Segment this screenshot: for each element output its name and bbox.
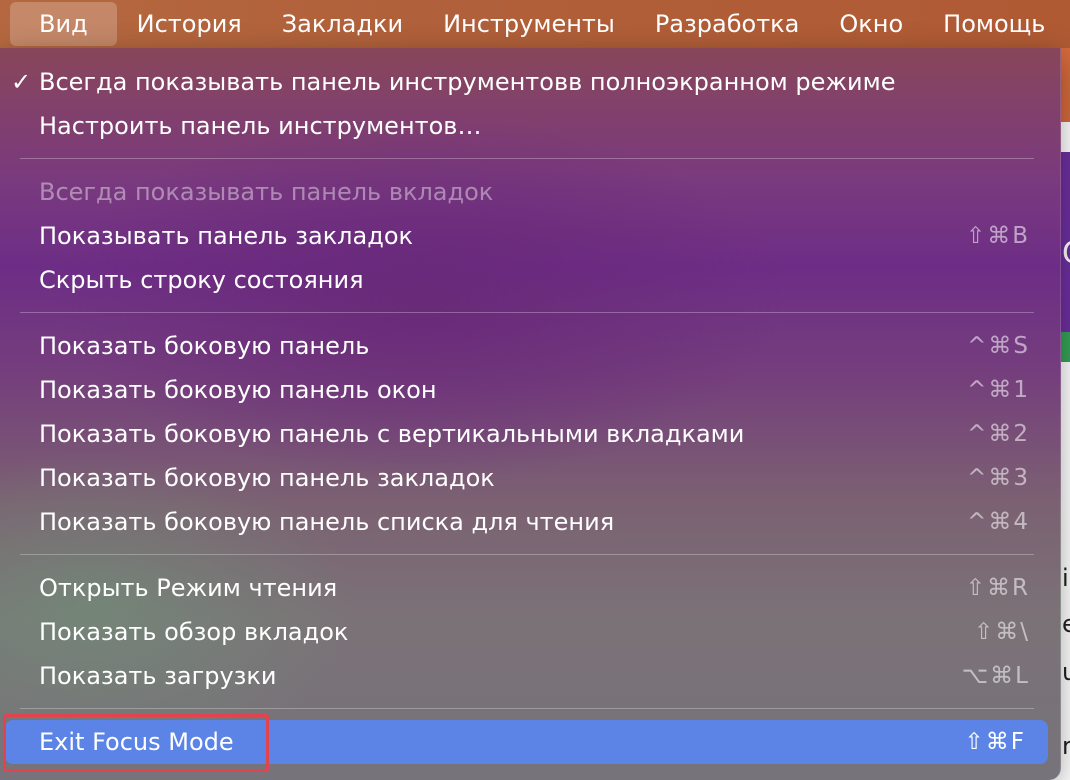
- menu-item-vertical-tabs-sidebar[interactable]: Показать боковую панель с вертикальными …: [5, 414, 1052, 454]
- highlight-annotation-box: [3, 714, 269, 772]
- menu-item-bookmarks-sidebar[interactable]: Показать боковую панель закладок ^⌘3: [5, 458, 1052, 498]
- keyboard-shortcut: ^⌘4: [967, 509, 1030, 535]
- keyboard-shortcut: ^⌘2: [967, 421, 1030, 447]
- background-text: i: [1062, 564, 1069, 592]
- checkmark-icon: ✓: [10, 68, 32, 96]
- menu-item-sidebar[interactable]: Показать боковую панель ^⌘S: [5, 326, 1052, 366]
- menu-item-tab-overview[interactable]: Показать обзор вкладок ⇧⌘\: [5, 612, 1052, 652]
- menu-item-label: Показать боковую панель с вертикальными …: [39, 420, 745, 448]
- background-text: C: [1062, 239, 1070, 269]
- menu-separator: [20, 554, 1034, 555]
- menu-item-hide-status-bar[interactable]: Скрыть строку состояния: [5, 260, 1052, 300]
- menu-item-label: Показать загрузки: [39, 662, 277, 690]
- menu-item-label: Показать боковую панель закладок: [39, 464, 495, 492]
- menubar-bookmarks[interactable]: Закладки: [262, 2, 423, 46]
- menu-item-label: Открыть Режим чтения: [39, 574, 338, 602]
- menubar-history[interactable]: История: [117, 2, 262, 46]
- menu-item-label: Скрыть строку состояния: [39, 266, 364, 294]
- menubar-window[interactable]: Окно: [819, 2, 923, 46]
- menu-item-reader-mode[interactable]: Открыть Режим чтения ⇧⌘R: [5, 568, 1052, 608]
- keyboard-shortcut: ⌥⌘L: [961, 663, 1030, 689]
- menubar-view[interactable]: Вид: [10, 2, 117, 46]
- keyboard-shortcut: ^⌘S: [967, 333, 1030, 359]
- keyboard-shortcut: ^⌘3: [967, 465, 1030, 491]
- menu-item-label: Показать обзор вкладок: [39, 618, 349, 646]
- keyboard-shortcut: ⇧⌘R: [965, 575, 1030, 601]
- menu-item-tab-bar: Всегда показывать панель вкладок: [5, 172, 1052, 212]
- menu-item-label: Показывать панель закладок: [39, 222, 414, 250]
- menubar-tools[interactable]: Инструменты: [423, 2, 635, 46]
- keyboard-shortcut: ⇧⌘F: [964, 729, 1026, 755]
- keyboard-shortcut: ⇧⌘\: [973, 619, 1030, 645]
- menu-item-downloads[interactable]: Показать загрузки ⌥⌘L: [5, 656, 1052, 696]
- keyboard-shortcut: ⇧⌘B: [965, 223, 1030, 249]
- menu-item-windows-sidebar[interactable]: Показать боковую панель окон ^⌘1: [5, 370, 1052, 410]
- menubar-help[interactable]: Помощь: [923, 2, 1065, 46]
- menubar-develop[interactable]: Разработка: [635, 2, 820, 46]
- view-menu-dropdown: ✓ Всегда показывать панель инструментовв…: [0, 48, 1061, 780]
- menu-separator: [20, 312, 1034, 313]
- menu-item-label: Показать боковую панель списка для чтени…: [39, 508, 615, 536]
- menu-item-label: Настроить панель инструментов…: [39, 112, 482, 140]
- menu-item-reading-list-sidebar[interactable]: Показать боковую панель списка для чтени…: [5, 502, 1052, 542]
- background-text: u: [1062, 658, 1070, 686]
- background-text: r: [1062, 732, 1070, 760]
- menu-separator: [20, 708, 1034, 709]
- menu-item-label: Показать боковую панель: [39, 332, 370, 360]
- menu-item-bookmarks-bar[interactable]: Показывать панель закладок ⇧⌘B: [5, 216, 1052, 256]
- menu-bar: Вид История Закладки Инструменты Разрабо…: [0, 0, 1070, 48]
- menu-item-label: Показать боковую панель окон: [39, 376, 437, 404]
- menu-item-toolbar-fullscreen[interactable]: ✓ Всегда показывать панель инструментовв…: [5, 62, 1052, 102]
- menu-separator: [20, 158, 1034, 159]
- keyboard-shortcut: ^⌘1: [967, 377, 1030, 403]
- menu-item-label: Всегда показывать панель инструментовв п…: [39, 68, 896, 96]
- menu-item-customize-toolbar[interactable]: Настроить панель инструментов…: [5, 106, 1052, 146]
- menu-item-label: Всегда показывать панель вкладок: [39, 178, 494, 206]
- background-text: e: [1062, 610, 1070, 638]
